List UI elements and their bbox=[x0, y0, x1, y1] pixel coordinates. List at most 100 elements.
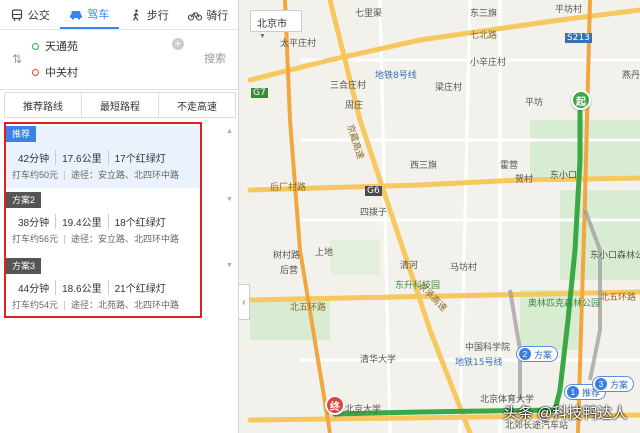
map-label: 马坊村 bbox=[450, 263, 478, 273]
collapse-panel-button[interactable]: ‹ bbox=[238, 284, 250, 320]
route-list: 推荐 42分钟 17.6公里 17个红绿灯 打车约50元 途径：安立路、北四环中路 方… bbox=[4, 122, 202, 318]
badge-label: 方案 bbox=[534, 349, 553, 360]
highway-shield: G6 bbox=[365, 186, 382, 196]
mode-bike[interactable]: 骑行 bbox=[179, 0, 239, 29]
route-tabs: 推荐路线 最短路程 不走高速 bbox=[4, 92, 236, 118]
route-details: 打车约56元 途径：安立路、北四环中路 bbox=[12, 232, 179, 245]
mode-car[interactable]: 驾车 bbox=[59, 0, 119, 29]
badge-number: 2 bbox=[519, 348, 531, 360]
badge-number: 3 bbox=[595, 378, 607, 390]
map-label: 平坊村 bbox=[555, 5, 583, 15]
route-panel: 公交 驾车 步行 骑行 ⇅ 天通苑 中关村 + 搜索 推荐路线 最短路程 不走高… bbox=[0, 0, 239, 433]
destination-value: 中关村 bbox=[45, 67, 78, 79]
transport-modes: 公交 驾车 步行 骑行 bbox=[0, 0, 238, 30]
mode-label: 步行 bbox=[146, 9, 169, 22]
add-waypoint-icon[interactable]: + bbox=[172, 38, 184, 50]
route-lights: 17个红绿灯 bbox=[114, 154, 166, 165]
mode-label: 骑行 bbox=[206, 9, 229, 22]
map-label: 燕丹 bbox=[622, 71, 640, 81]
route-distance: 19.4公里 bbox=[56, 214, 109, 229]
map-label: 西三旗 bbox=[410, 161, 438, 171]
search-button[interactable]: 搜索 bbox=[204, 50, 226, 66]
map-label: 地铁8号线 bbox=[375, 71, 417, 81]
bus-icon bbox=[10, 8, 24, 22]
origin-field[interactable]: 天通苑 bbox=[32, 34, 182, 58]
route-details: 打车约50元 途径：安立路、北四环中路 bbox=[12, 168, 179, 181]
map-label: 北五环路 bbox=[600, 293, 637, 303]
route-inputs: ⇅ 天通苑 中关村 + 搜索 bbox=[0, 30, 238, 90]
destination-dot-icon bbox=[32, 68, 39, 76]
route-via: 途径：安立路、北四环中路 bbox=[71, 170, 180, 180]
route-badge-3[interactable]: 3 方案 bbox=[592, 376, 635, 392]
map-label: 三合庄村 bbox=[330, 81, 367, 91]
city-label: 北京市 bbox=[257, 19, 287, 30]
map-label: 小辛庄村 bbox=[470, 58, 507, 68]
walk-icon bbox=[129, 8, 143, 22]
map-label: 东三旗 bbox=[470, 9, 498, 19]
origin-dot-icon bbox=[32, 42, 39, 50]
map-label: 东小口森林公园 bbox=[590, 251, 640, 261]
tab-recommended[interactable]: 推荐路线 bbox=[5, 93, 82, 117]
city-selector[interactable]: 北京市 ▼ bbox=[250, 10, 302, 40]
tab-shortest[interactable]: 最短路程 bbox=[82, 93, 159, 117]
route-time: 44分钟 bbox=[12, 280, 57, 295]
badge-number: 1 bbox=[567, 386, 579, 398]
route-details: 打车约54元 途径：北苑路、北四环中路 bbox=[12, 298, 179, 311]
chevron-down-icon[interactable]: ▼ bbox=[226, 196, 233, 203]
map-label: 梁庄村 bbox=[435, 83, 463, 93]
route-distance: 18.6公里 bbox=[56, 280, 109, 295]
car-icon bbox=[69, 7, 83, 21]
route-stats: 44分钟 18.6公里 21个红绿灯 bbox=[12, 280, 172, 295]
badge-label: 方案 bbox=[610, 379, 629, 390]
map-label: 贺村 bbox=[515, 175, 534, 185]
chevron-down-icon: ▼ bbox=[259, 33, 266, 40]
route-badge-2[interactable]: 2 方案 bbox=[516, 346, 559, 362]
mode-bus[interactable]: 公交 bbox=[0, 0, 60, 29]
route-via: 途径：北苑路、北四环中路 bbox=[71, 300, 180, 310]
chevron-left-icon: ‹ bbox=[242, 296, 246, 308]
route-option-1[interactable]: 推荐 42分钟 17.6公里 17个红绿灯 打车约50元 途径：安立路、北四环中路 bbox=[6, 126, 200, 188]
map-label: 北京大学 bbox=[345, 405, 382, 415]
route-time: 38分钟 bbox=[12, 214, 57, 229]
map-label: 东小口 bbox=[550, 171, 578, 181]
map-label: 后营 bbox=[280, 266, 299, 276]
origin-value: 天通苑 bbox=[45, 41, 78, 53]
route-taxi: 打车约50元 bbox=[12, 170, 59, 180]
route-distance: 17.6公里 bbox=[56, 150, 109, 165]
map-label: 七北路 bbox=[470, 31, 498, 41]
route-tag: 方案2 bbox=[6, 192, 42, 208]
route-stats: 38分钟 19.4公里 18个红绿灯 bbox=[12, 214, 172, 229]
route-option-3[interactable]: 方案3 44分钟 18.6公里 21个红绿灯 打车约54元 途径：北苑路、北四环中路 bbox=[6, 258, 200, 318]
map-label: 中国科学院 bbox=[465, 343, 511, 353]
tab-no-highway[interactable]: 不走高速 bbox=[159, 93, 235, 117]
route-stats: 42分钟 17.6公里 17个红绿灯 bbox=[12, 150, 172, 165]
chevron-down-icon[interactable]: ▼ bbox=[226, 262, 233, 269]
route-lights: 18个红绿灯 bbox=[114, 218, 166, 229]
map-label: 霍营 bbox=[500, 161, 519, 171]
mode-label: 驾车 bbox=[87, 8, 110, 21]
map-label: 清华大学 bbox=[360, 355, 397, 365]
destination-field[interactable]: 中关村 bbox=[32, 60, 182, 84]
map-label: 北五环路 bbox=[290, 303, 327, 313]
map-label: 四拨子 bbox=[360, 208, 388, 218]
map-label: 地铁15号线 bbox=[455, 358, 503, 368]
route-option-2[interactable]: 方案2 38分钟 19.4公里 18个红绿灯 打车约56元 途径：安立路、北四环中路 bbox=[6, 192, 200, 252]
map-label: 清河 bbox=[400, 261, 419, 271]
route-time: 42分钟 bbox=[12, 150, 57, 165]
start-pin[interactable]: 起 bbox=[571, 90, 591, 110]
map-label: 奥林匹克森林公园 bbox=[528, 299, 601, 309]
swap-icon[interactable]: ⇅ bbox=[12, 52, 22, 66]
mode-walk[interactable]: 步行 bbox=[119, 0, 179, 29]
route-tag: 方案3 bbox=[6, 258, 42, 274]
map-label: 树村路 bbox=[273, 251, 301, 261]
bike-icon bbox=[188, 8, 203, 22]
map-label: 上地 bbox=[315, 248, 334, 258]
map-label: 平坊 bbox=[525, 98, 544, 108]
route-via: 途径：安立路、北四环中路 bbox=[71, 234, 180, 244]
chevron-up-icon[interactable]: ▲ bbox=[226, 128, 233, 135]
mode-label: 公交 bbox=[27, 9, 50, 22]
map-label: 太平庄村 bbox=[280, 39, 317, 49]
end-pin[interactable]: 终 bbox=[325, 395, 345, 415]
watermark: 头条 @科技鸭达人 bbox=[503, 405, 628, 422]
route-tag: 推荐 bbox=[6, 126, 37, 142]
